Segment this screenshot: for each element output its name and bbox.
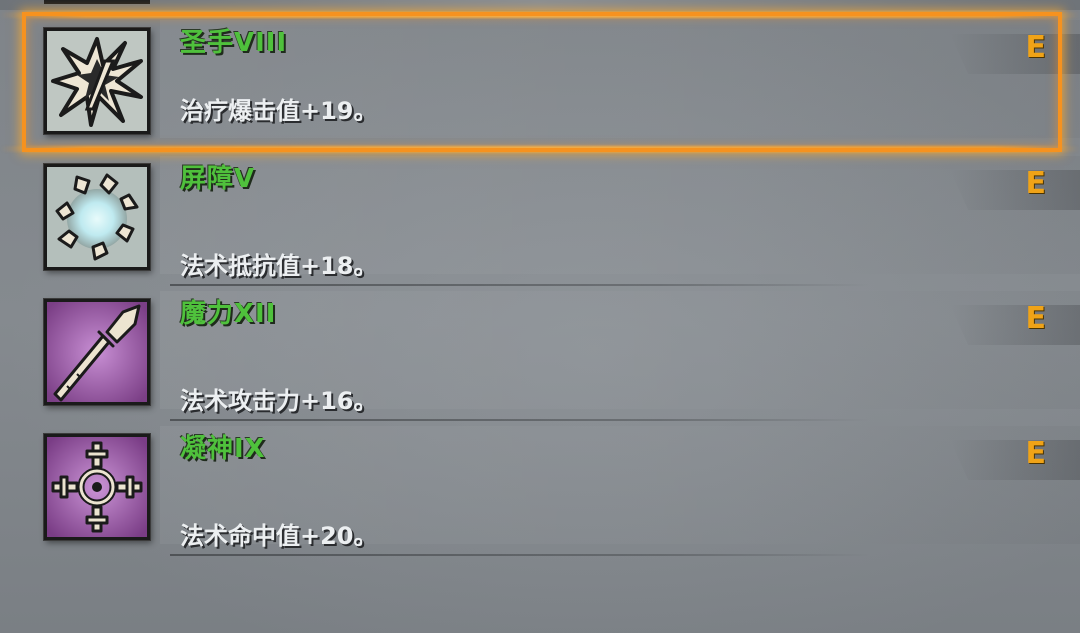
barrier-shatter-icon <box>44 164 150 270</box>
skill-description: 法术命中值+20。 <box>180 522 378 550</box>
row-divider <box>170 554 870 556</box>
row-corner-decoration <box>950 305 1080 345</box>
skill-name: 圣手VIII <box>180 28 288 58</box>
skill-name: 魔力XII <box>180 299 277 329</box>
skill-grade: E <box>1025 436 1047 471</box>
skill-row-1[interactable]: 圣手VIII 治疗爆击值+19。 E <box>0 14 1080 150</box>
row-corner-decoration <box>950 170 1080 210</box>
skill-grade: E <box>1025 166 1047 201</box>
previous-item-edge <box>0 0 1080 10</box>
skill-description: 治疗爆击值+19。 <box>180 97 378 125</box>
crosshair-icon <box>44 434 150 540</box>
previous-item-icon-edge <box>44 0 150 4</box>
row-corner-decoration <box>950 440 1080 480</box>
skill-grade: E <box>1025 301 1047 336</box>
skill-name: 屏障V <box>180 164 256 194</box>
skill-description: 法术攻击力+16。 <box>180 387 378 415</box>
skill-row-3[interactable]: 魔力XII 法术攻击力+16。 E <box>0 285 1080 421</box>
magic-spear-icon <box>44 299 150 405</box>
skill-description: 法术抵抗值+18。 <box>180 252 378 280</box>
skill-grade: E <box>1025 30 1047 65</box>
row-corner-decoration <box>950 34 1080 74</box>
skill-name: 凝神IX <box>180 434 266 464</box>
skill-list-screen: 圣手VIII 治疗爆击值+19。 E 屏障V 法术抵抗值+18。 E 魔力XII… <box>0 0 1080 633</box>
skill-row-2[interactable]: 屏障V 法术抵抗值+18。 E <box>0 150 1080 286</box>
starburst-icon <box>44 28 150 134</box>
skill-row-4[interactable]: 凝神IX 法术命中值+20。 E <box>0 420 1080 556</box>
